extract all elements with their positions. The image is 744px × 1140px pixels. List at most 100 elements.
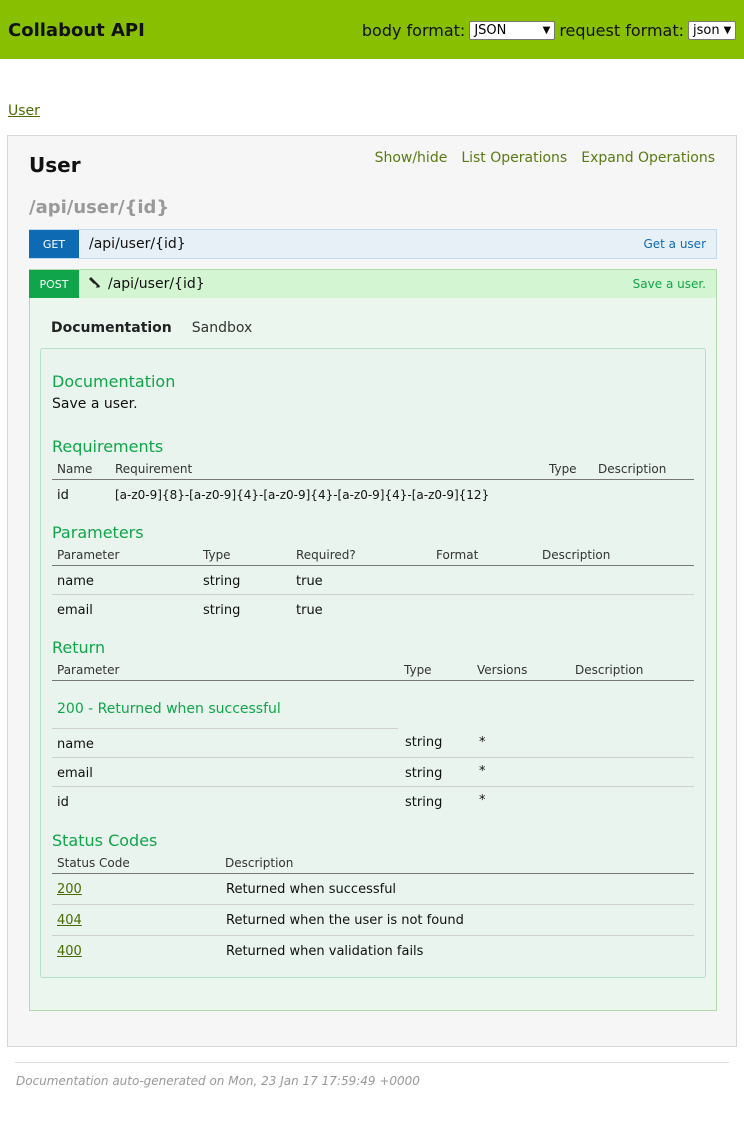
requirements-table: Name Requirement Type Description id [a-…: [52, 460, 694, 509]
return-heading: Return: [52, 638, 106, 657]
parameters-heading: Parameters: [52, 523, 144, 542]
return-group-title: 200 - Returned when successful: [57, 701, 281, 717]
table-header: Name Requirement Type Description: [52, 460, 694, 480]
return-group-row: 200 - Returned when successful: [52, 681, 694, 729]
table-header: Status Code Description: [52, 854, 694, 874]
table-cell: id: [57, 488, 69, 503]
column-header: Name: [57, 462, 93, 476]
table-header: Parameter Type Required? Format Descript…: [52, 546, 694, 566]
app-title: Collabout API: [8, 20, 145, 41]
column-header: Description: [225, 856, 294, 870]
table-row: 400 Returned when validation fails: [52, 936, 694, 967]
table-cell: *: [479, 735, 486, 750]
table-row: email string true: [52, 595, 694, 624]
footer-text: Documentation auto-generated on Mon, 23 …: [16, 1074, 420, 1088]
resource-panel: User Show/hide List Operations Expand Op…: [7, 135, 737, 1047]
documentation-text: Save a user.: [52, 396, 138, 412]
table-cell: Returned when validation fails: [226, 944, 424, 959]
resource-path: /api/user/{id}: [29, 197, 170, 218]
tab-sandbox[interactable]: Sandbox: [192, 320, 253, 336]
table-cell: id: [57, 795, 69, 810]
requirements-heading: Requirements: [52, 437, 164, 456]
column-header: Type: [203, 548, 231, 562]
documentation-panel: Documentation Save a user. Requirements …: [40, 348, 706, 978]
show-hide-link[interactable]: Show/hide: [375, 150, 448, 166]
tab-documentation[interactable]: Documentation: [51, 320, 172, 336]
table-cell: string: [405, 766, 443, 781]
operation-summary[interactable]: Save a user.: [633, 277, 706, 291]
resource-title: User: [29, 153, 81, 177]
body-format-select[interactable]: JSON ▼: [469, 20, 556, 40]
request-format-value: json: [693, 22, 720, 38]
status-codes-table: Status Code Description 200 Returned whe…: [52, 854, 694, 967]
column-header: Type: [549, 462, 577, 476]
table-cell: *: [479, 793, 486, 808]
table-cell: email: [57, 603, 93, 618]
column-header: Description: [575, 663, 644, 677]
column-header: Required?: [296, 548, 356, 562]
body-format-value: JSON: [474, 22, 507, 38]
request-format-label: request format:: [559, 20, 684, 40]
table-row: email string *: [52, 758, 694, 787]
chevron-down-icon: ▼: [542, 24, 551, 36]
table-cell: name: [57, 574, 94, 589]
column-header: Format: [436, 548, 479, 562]
column-header: Description: [542, 548, 611, 562]
table-row: id string *: [52, 787, 694, 816]
resource-links: Show/hide List Operations Expand Operati…: [375, 150, 715, 166]
top-bar: Collabout API body format: JSON ▼ reques…: [0, 0, 744, 59]
table-cell: true: [296, 603, 323, 618]
table-row: 404 Returned when the user is not found: [52, 905, 694, 936]
table-cell: string: [405, 795, 443, 810]
table-cell: email: [57, 766, 93, 781]
table-row: name string *: [52, 729, 694, 758]
breadcrumb-link-user[interactable]: User: [8, 103, 40, 119]
body-format-label: body format:: [361, 20, 466, 40]
table-cell: *: [479, 764, 486, 779]
table-row: 200 Returned when successful: [52, 874, 694, 905]
status-code-link[interactable]: 400: [57, 944, 82, 959]
parameters-table: Parameter Type Required? Format Descript…: [52, 546, 694, 624]
status-code-link[interactable]: 200: [57, 882, 82, 897]
column-header: Type: [404, 663, 432, 677]
return-table: Parameter Type Versions Description 200 …: [52, 661, 694, 816]
table-cell: Returned when successful: [226, 882, 397, 897]
format-controls: body format: JSON ▼ request format: json…: [362, 20, 736, 40]
operation-path[interactable]: /api/user/{id}: [89, 276, 205, 293]
table-cell: string: [203, 603, 241, 618]
operation-content: Documentation Sandbox Documentation Save…: [29, 298, 717, 1011]
column-header: Versions: [477, 663, 528, 677]
table-row: id [a-z0-9]{8}-[a-z0-9]{4}-[a-z0-9]{4}-[…: [52, 480, 694, 509]
request-format-select[interactable]: json ▼: [688, 20, 736, 40]
chevron-down-icon: ▼: [723, 24, 732, 36]
table-row: name string true: [52, 566, 694, 595]
expand-operations-link[interactable]: Expand Operations: [581, 150, 715, 166]
breadcrumb: User: [8, 103, 40, 119]
table-cell: true: [296, 574, 323, 589]
operation-path-text: /api/user/{id}: [108, 276, 205, 292]
documentation-heading: Documentation: [52, 372, 176, 391]
column-header: Parameter: [57, 548, 120, 562]
operation-get[interactable]: GET /api/user/{id} Get a user: [29, 229, 717, 259]
table-cell: [a-z0-9]{8}-[a-z0-9]{4}-[a-z0-9]{4}-[a-z…: [115, 488, 490, 502]
column-header: Status Code: [57, 856, 130, 870]
operation-summary[interactable]: Get a user: [643, 237, 706, 251]
column-header: Description: [598, 462, 667, 476]
table-cell: string: [203, 574, 241, 589]
list-operations-link[interactable]: List Operations: [461, 150, 567, 166]
method-badge-get[interactable]: GET: [29, 230, 79, 258]
table-cell: Returned when the user is not found: [226, 913, 464, 928]
column-header: Parameter: [57, 663, 120, 677]
status-code-link[interactable]: 404: [57, 913, 82, 928]
tab-bar: Documentation Sandbox: [51, 320, 252, 336]
lock-icon: [89, 276, 101, 293]
table-cell: name: [57, 737, 94, 752]
footer-divider: [15, 1062, 729, 1063]
method-badge-post[interactable]: POST: [29, 270, 79, 298]
table-header: Parameter Type Versions Description: [52, 661, 694, 681]
column-header: Requirement: [115, 462, 193, 476]
table-cell: string: [405, 735, 443, 750]
status-codes-heading: Status Codes: [52, 831, 158, 850]
operation-post[interactable]: POST /api/user/{id} Save a user.: [29, 269, 717, 299]
operation-path[interactable]: /api/user/{id}: [89, 236, 186, 252]
